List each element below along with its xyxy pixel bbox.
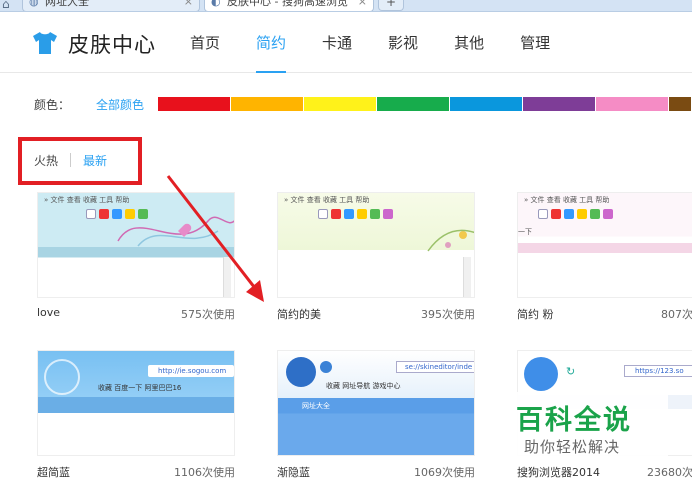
skin-card[interactable]: » 文件 查看 收藏 工具 帮助 一下 简约 粉 807次使用: [517, 192, 692, 321]
watermark-title: 百科全说: [516, 405, 632, 436]
skin-thumbnail[interactable]: se://skineditor/inde 收藏 网址导航 游戏中心 网址大全: [277, 350, 475, 456]
main-nav: 首页 简约 卡通 影视 其他 管理: [190, 13, 586, 73]
nav-other[interactable]: 其他: [454, 13, 484, 73]
close-icon[interactable]: ×: [184, 0, 193, 8]
globe-icon: ◍: [29, 0, 39, 8]
color-swatches: [158, 97, 692, 111]
skin-usage-count: 575次使用: [181, 308, 235, 321]
swatch-blue[interactable]: [450, 97, 523, 111]
thumb-tab: 网址大全: [302, 402, 330, 410]
skin-card[interactable]: se://skineditor/inde 收藏 网址导航 游戏中心 网址大全 渐…: [277, 350, 475, 479]
thumb-address-bar: se://skineditor/inde: [396, 361, 474, 373]
skin-card[interactable]: » 文件 查看 收藏 工具 帮助 love 575次使用: [37, 192, 235, 321]
swatch-purple[interactable]: [523, 97, 596, 111]
tshirt-icon: [33, 32, 57, 54]
thumb-toolbar: [538, 209, 613, 223]
browser-tab-strip: ⌂ ◍ 网址大全 × ◐ 皮肤中心 - 搜狗高速浏览 × +: [0, 0, 692, 12]
thumb-tab-bar: [38, 397, 234, 413]
swatch-red[interactable]: [158, 97, 231, 111]
skin-usage-count: 1069次使用: [414, 466, 475, 479]
nav-home[interactable]: 首页: [190, 13, 220, 73]
nav-cartoon[interactable]: 卡通: [322, 13, 352, 73]
thumb-scrollbar: [223, 257, 231, 297]
skin-usage-count: 395次使用: [421, 308, 475, 321]
skin-usage-count: 23680次使用: [647, 466, 692, 479]
heart-pattern-icon: [117, 216, 234, 247]
page-title: 皮肤中心: [68, 33, 156, 57]
flower-pattern-icon: [427, 229, 474, 252]
skin-name: 搜狗浏览器2014: [517, 466, 600, 479]
nav-simple[interactable]: 简约: [256, 13, 287, 73]
tab-url-directory[interactable]: ◍ 网址大全 ×: [22, 0, 200, 11]
thumb-menu: » 文件 查看 收藏 工具 帮助: [524, 196, 610, 204]
thumb-back-icon: [44, 359, 80, 395]
skin-card[interactable]: http://ie.sogou.com 收藏 百度一下 阿里巴巴16 超简蓝 1…: [37, 350, 235, 479]
color-filter: 颜色： 全部颜色: [34, 96, 692, 112]
tab-skin-center[interactable]: ◐ 皮肤中心 - 搜狗高速浏览 ×: [204, 0, 374, 11]
swatch-pink[interactable]: [596, 97, 669, 111]
highlight-annotation-box: [18, 137, 142, 185]
all-colors-link[interactable]: 全部颜色: [96, 96, 144, 113]
swatch-yellow[interactable]: [304, 97, 377, 111]
nav-film[interactable]: 影视: [388, 13, 418, 73]
swatch-green[interactable]: [377, 97, 450, 111]
skin-name: 简约 粉: [517, 308, 554, 321]
skin-name: love: [37, 306, 61, 319]
thumb-scrollbar: [463, 257, 471, 297]
skin-usage-count: 1106次使用: [174, 466, 235, 479]
tab-label: 皮肤中心 - 搜狗高速浏览: [227, 0, 348, 8]
skin-name: 超简蓝: [37, 466, 70, 479]
skin-thumbnail[interactable]: » 文件 查看 收藏 工具 帮助 一下: [517, 192, 692, 298]
new-tab-button[interactable]: +: [378, 0, 404, 11]
sogou-logo-icon: [524, 357, 558, 391]
swatch-orange[interactable]: [231, 97, 304, 111]
watermark-subtitle: 助你轻松解决: [524, 438, 621, 456]
sogou-icon: ◐: [211, 0, 221, 8]
close-icon[interactable]: ×: [358, 0, 367, 8]
thumb-back-icon: [320, 361, 332, 373]
skin-thumbnail[interactable]: » 文件 查看 收藏 工具 帮助: [37, 192, 235, 298]
thumb-address-bar: https://123.so: [624, 365, 692, 377]
tab-label: 网址大全: [45, 0, 89, 8]
thumb-favorites: 收藏 网址导航 游戏中心: [326, 382, 401, 390]
skin-thumbnail[interactable]: http://ie.sogou.com 收藏 百度一下 阿里巴巴16: [37, 350, 235, 456]
skin-card[interactable]: » 文件 查看 收藏 工具 帮助 简约的美 395次使用: [277, 192, 475, 321]
home-icon[interactable]: ⌂: [2, 0, 10, 11]
skin-thumbnail[interactable]: » 文件 查看 收藏 工具 帮助: [277, 192, 475, 298]
skin-usage-count: 807次使用: [661, 308, 692, 321]
refresh-icon: ↻: [566, 365, 576, 378]
thumb-search-hint: 一下: [518, 228, 532, 236]
site-header: 皮肤中心 首页 简约 卡通 影视 其他 管理: [0, 13, 692, 73]
nav-manage[interactable]: 管理: [520, 13, 550, 73]
skin-name: 简约的美: [277, 308, 321, 321]
thumb-favorites: 收藏 百度一下 阿里巴巴16: [98, 384, 182, 392]
sogou-logo-icon: [286, 357, 316, 387]
skin-name: 渐隐蓝: [277, 466, 310, 479]
watermark: 百科全说 助你轻松解决: [508, 392, 668, 462]
thumb-address-bar: http://ie.sogou.com: [148, 365, 234, 377]
color-label: 颜色：: [34, 97, 71, 112]
swatch-brown[interactable]: [669, 97, 692, 111]
thumb-tab-bar: [518, 243, 692, 253]
